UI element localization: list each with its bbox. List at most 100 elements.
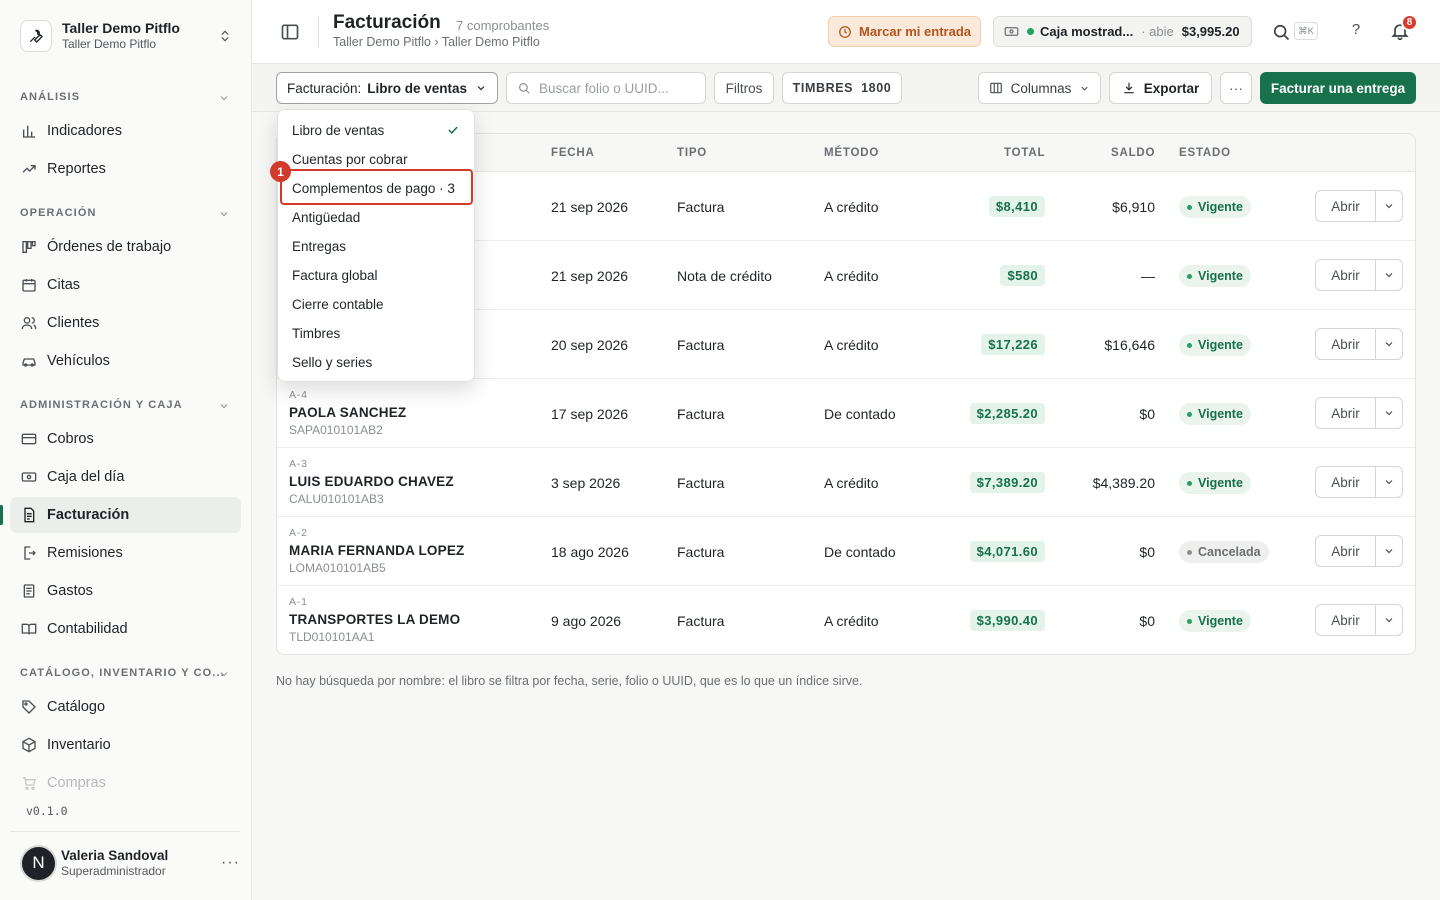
invoice-total: $17,226 <box>981 334 1045 355</box>
sidebar-item-label: Compras <box>47 775 106 791</box>
column-header[interactable]: ESTADO <box>1179 147 1231 159</box>
sidebar-item-facturacion[interactable]: Facturación <box>10 497 241 533</box>
sidebar-item-ordenes[interactable]: Órdenes de trabajo <box>10 229 241 265</box>
invoice-date: 21 sep 2026 <box>551 199 629 215</box>
help-icon[interactable]: ? <box>1346 21 1366 41</box>
chevron-down-icon[interactable] <box>218 208 230 220</box>
menu-item-entregas[interactable]: Entregas <box>292 239 346 254</box>
sidebar-item-label: Reportes <box>47 161 106 177</box>
status-badge: Vigente <box>1179 403 1251 425</box>
menu-item-sello-series[interactable]: Sello y series <box>292 355 372 370</box>
sidebar-item-contabilidad[interactable]: Contabilidad <box>10 611 241 647</box>
sidebar-item-indicadores[interactable]: Indicadores <box>10 113 241 149</box>
payment-method: A crédito <box>824 613 879 629</box>
sidebar-item-citas[interactable]: Citas <box>10 267 241 303</box>
row-actions-button[interactable] <box>1375 328 1403 360</box>
view-select-label: Facturación: <box>286 80 362 96</box>
tag-icon <box>20 699 37 716</box>
invoice-date: 21 sep 2026 <box>551 268 629 284</box>
columns-button[interactable]: Columnas <box>978 72 1101 104</box>
view-select-value: Libro de ventas <box>367 80 468 96</box>
columns-label: Columnas <box>1010 80 1072 96</box>
customer-name: PAOLA SANCHEZ <box>289 405 407 420</box>
search-input[interactable]: Buscar folio o UUID... <box>506 72 706 104</box>
status-badge: Vigente <box>1179 265 1251 287</box>
punch-in-button[interactable]: Marcar mi entrada <box>828 16 981 47</box>
open-button[interactable]: Abrir <box>1315 466 1376 498</box>
chevron-down-icon[interactable] <box>218 668 230 680</box>
search-icon[interactable] <box>1271 22 1291 42</box>
sidebar-item-remisiones[interactable]: Remisiones <box>10 535 241 571</box>
column-header[interactable]: TIPO <box>677 147 707 159</box>
sidebar-item-cobros[interactable]: Cobros <box>10 421 241 457</box>
chevron-down-icon[interactable] <box>218 92 230 104</box>
row-actions-button[interactable] <box>1375 535 1403 567</box>
column-header[interactable]: SALDO <box>1111 147 1155 159</box>
invoice-date: 17 sep 2026 <box>551 406 629 422</box>
shortcut-hint: ⌘K <box>1294 22 1318 40</box>
open-button[interactable]: Abrir <box>1315 397 1376 429</box>
invoice-delivery-button[interactable]: Facturar una entrega <box>1260 72 1416 104</box>
payment-method: A crédito <box>824 268 879 284</box>
sidebar-item-gastos[interactable]: Gastos <box>10 573 241 609</box>
top-bar: Facturación 7 comprobantes Taller Demo P… <box>252 0 1440 64</box>
cash-register-pill[interactable]: Caja mostrad... · abie $3,995.20 <box>993 16 1252 47</box>
org-switcher[interactable]: Taller Demo Pitflo Taller Demo Pitflo <box>10 10 242 62</box>
menu-item-cierre-contable[interactable]: Cierre contable <box>292 297 384 312</box>
user-role: Superadministrador <box>61 864 166 878</box>
open-button[interactable]: Abrir <box>1315 190 1376 222</box>
user-menu[interactable]: N Valeria Sandoval Superadministrador ··… <box>20 843 240 883</box>
section-label-analisis: ANÁLISIS <box>20 91 81 103</box>
table-row[interactable]: A-4 PAOLA SANCHEZ SAPA010101AB2 17 sep 2026… <box>277 379 1415 448</box>
menu-item-timbres[interactable]: Timbres <box>292 326 340 341</box>
row-actions-button[interactable] <box>1375 466 1403 498</box>
open-button[interactable]: Abrir <box>1315 328 1376 360</box>
open-button[interactable]: Abrir <box>1315 259 1376 291</box>
invoice-date: 3 sep 2026 <box>551 475 621 491</box>
customer-rfc: SAPA010101AB2 <box>289 423 383 437</box>
sidebar-item-label: Citas <box>47 277 81 293</box>
menu-item-factura-global[interactable]: Factura global <box>292 268 378 283</box>
invoice-balance: $0 <box>1139 613 1155 629</box>
row-actions-button[interactable] <box>1375 259 1403 291</box>
table-row[interactable]: A-3 LUIS EDUARDO CHAVEZ CALU010101AB3 3 sep… <box>277 448 1415 517</box>
sidebar-item-inventario[interactable]: Inventario <box>10 727 241 763</box>
search-placeholder: Buscar folio o UUID... <box>539 80 669 96</box>
invoice-balance: $6,910 <box>1112 199 1155 215</box>
open-button[interactable]: Abrir <box>1315 604 1376 636</box>
menu-item-cuentas-cobrar[interactable]: Cuentas por cobrar <box>292 152 408 167</box>
status-badge: Vigente <box>1179 196 1251 218</box>
sidebar-item-vehiculos[interactable]: Vehículos <box>10 343 241 379</box>
open-button[interactable]: Abrir <box>1315 535 1376 567</box>
row-actions-button[interactable] <box>1375 604 1403 636</box>
invoice-total: $580 <box>1000 265 1045 286</box>
filters-button[interactable]: Filtros <box>714 72 774 104</box>
check-icon <box>448 126 458 135</box>
sidebar-item-reportes[interactable]: Reportes <box>10 151 241 187</box>
export-button[interactable]: Exportar <box>1109 72 1212 104</box>
menu-item-antiguedad[interactable]: Antigüedad <box>292 210 360 225</box>
sidebar-toggle-icon[interactable] <box>280 22 300 42</box>
status-dot <box>1187 411 1192 417</box>
chevron-down-icon[interactable] <box>218 400 230 412</box>
cash-register-amount: $3,995.20 <box>1181 24 1240 39</box>
column-header[interactable]: TOTAL <box>1004 147 1045 159</box>
sidebar-item-label: Cobros <box>47 431 94 447</box>
row-actions-button[interactable] <box>1375 397 1403 429</box>
table-row[interactable]: A-1 TRANSPORTES LA DEMO TLD010101AA1 9 ago … <box>277 586 1415 654</box>
sidebar-item-compras[interactable]: Compras <box>10 765 241 801</box>
table-row[interactable]: A-2 MARIA FERNANDA LOPEZ LOMA010101AB5 18 a… <box>277 517 1415 586</box>
sidebar-item-clientes[interactable]: Clientes <box>10 305 241 341</box>
row-actions-button[interactable] <box>1375 190 1403 222</box>
sidebar-item-label: Vehículos <box>47 353 110 369</box>
sidebar-item-catalogo[interactable]: Catálogo <box>10 689 241 725</box>
column-header[interactable]: FECHA <box>551 147 595 159</box>
file-export-icon <box>20 545 37 562</box>
menu-item-libro-ventas[interactable]: Libro de ventas <box>292 123 384 138</box>
more-horizontal-icon[interactable]: ··· <box>1220 72 1252 104</box>
stamps-counter[interactable]: TIMBRES 1800 <box>782 72 902 104</box>
view-select[interactable]: Facturación: Libro de ventas <box>276 72 498 104</box>
sidebar-item-caja[interactable]: Caja del día <box>10 459 241 495</box>
more-horizontal-icon[interactable]: ··· <box>221 854 240 872</box>
column-header[interactable]: MÉTODO <box>824 147 879 159</box>
